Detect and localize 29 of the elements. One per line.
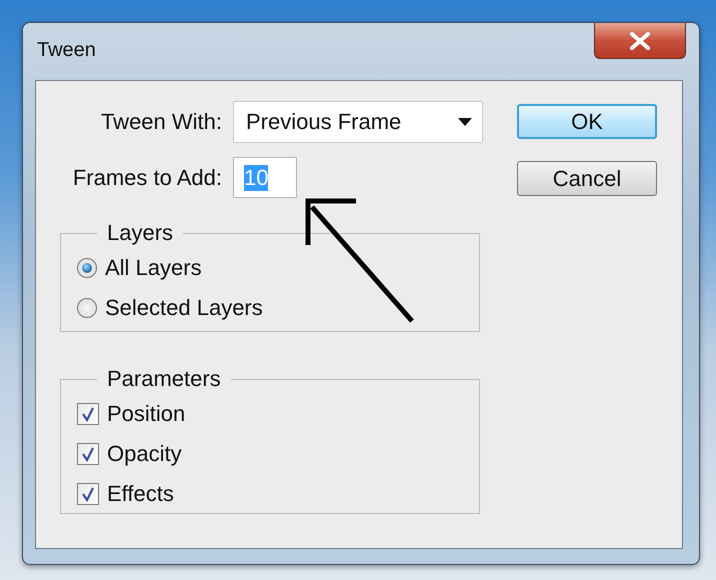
checkmark-icon (80, 406, 96, 422)
checkbox-option[interactable]: Opacity (77, 434, 182, 474)
checkmark-icon (80, 446, 96, 462)
group-title: Parameters (106, 366, 222, 392)
radio-button[interactable] (77, 258, 97, 278)
window-title: Tween (37, 39, 96, 62)
option-label: Position (107, 401, 186, 427)
cancel-button[interactable]: Cancel (517, 161, 657, 196)
checkbox[interactable] (77, 403, 99, 425)
radio-button[interactable] (77, 298, 97, 318)
close-button[interactable] (594, 23, 686, 59)
option-label: Selected Layers (105, 295, 263, 321)
field-label: Frames to Add: (72, 164, 222, 190)
group-title: Layers (106, 220, 174, 246)
radio-option[interactable]: Selected Layers (77, 288, 263, 328)
tween-with-dropdown[interactable]: Previous Frame (233, 101, 483, 143)
checkbox-option[interactable]: Position (77, 394, 186, 434)
checkbox[interactable] (77, 483, 99, 505)
checkmark-icon (80, 486, 96, 502)
checkbox[interactable] (77, 443, 99, 465)
option-label: All Layers (105, 255, 202, 281)
field-label: Tween With: (100, 109, 222, 135)
caret-icon (458, 118, 472, 126)
option-label: Effects (107, 481, 174, 507)
close-icon (629, 32, 651, 50)
ok-button[interactable]: OK (517, 104, 657, 139)
checkbox-option[interactable]: Effects (77, 474, 174, 514)
option-label: Opacity (107, 441, 182, 467)
radio-option[interactable]: All Layers (77, 248, 202, 288)
